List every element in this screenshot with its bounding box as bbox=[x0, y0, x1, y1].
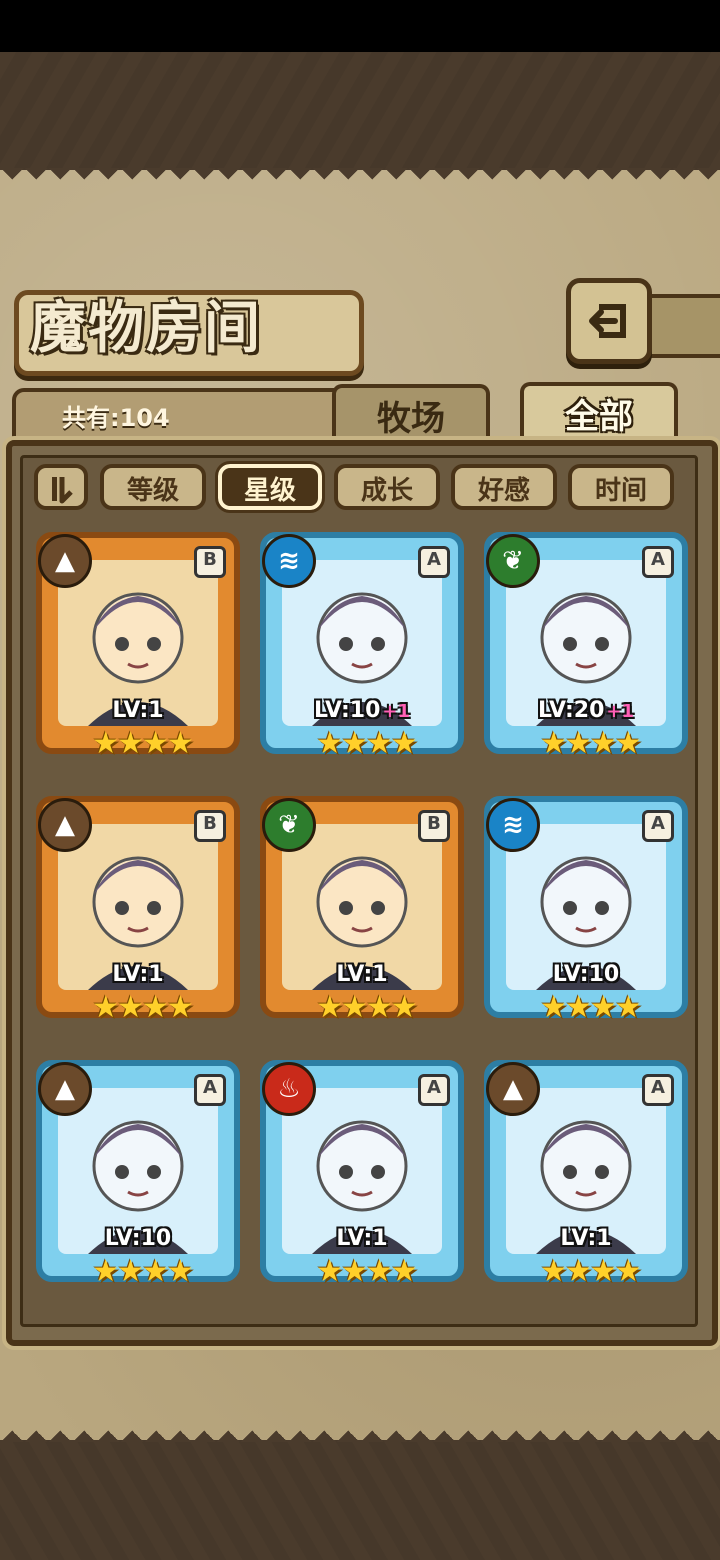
rank-badge: A bbox=[194, 1074, 226, 1106]
rank-badge: B bbox=[418, 810, 450, 842]
filter-star[interactable]: 星级 bbox=[215, 461, 325, 513]
wood-element-icon: ❦ bbox=[486, 534, 540, 588]
earth-element-icon: ▲ bbox=[38, 798, 92, 852]
filter-growth[interactable]: 成长 bbox=[334, 464, 440, 510]
monster-card[interactable]: ♨ A LV:1 ★★★★ bbox=[260, 1060, 464, 1288]
level-label: LV:1 bbox=[266, 962, 458, 987]
level-label: LV:10 bbox=[490, 962, 682, 987]
star-rating: ★★★★ bbox=[540, 726, 642, 761]
monster-count: 共有:104 bbox=[62, 404, 170, 432]
monster-card[interactable]: ❦ B LV:1 ★★★★ bbox=[260, 796, 464, 1024]
level-text: LV:20 bbox=[537, 698, 605, 723]
monster-card[interactable]: ≋ A LV:10 ★★★★ bbox=[484, 796, 688, 1024]
star-rating: ★★★★ bbox=[92, 1254, 194, 1289]
rank-badge: A bbox=[418, 546, 450, 578]
filter-time[interactable]: 时间 bbox=[568, 464, 674, 510]
monster-card[interactable]: ▲ B LV:1 ★★★★ bbox=[36, 796, 240, 1024]
fire-element-icon: ♨ bbox=[262, 1062, 316, 1116]
rank-badge: A bbox=[642, 1074, 674, 1106]
parchment-edge-top bbox=[0, 168, 720, 190]
level-label: LV:1 bbox=[42, 698, 234, 723]
rank-badge: B bbox=[194, 546, 226, 578]
return-arrow-icon bbox=[589, 304, 626, 338]
filter-level[interactable]: 等级 bbox=[100, 464, 206, 510]
water-element-icon: ≋ bbox=[486, 798, 540, 852]
rank-badge: B bbox=[194, 810, 226, 842]
bottom-background bbox=[0, 1440, 720, 1560]
level-label: LV:1 bbox=[42, 962, 234, 987]
level-text: LV:10 bbox=[552, 962, 620, 987]
back-button[interactable] bbox=[566, 278, 652, 364]
star-rating: ★★★★ bbox=[540, 990, 642, 1025]
back-button-rail bbox=[640, 294, 720, 358]
level-label: LV:10 bbox=[42, 1226, 234, 1251]
sort-order-button[interactable] bbox=[34, 464, 88, 510]
monster-card[interactable]: ▲ A LV:10 ★★★★ bbox=[36, 1060, 240, 1288]
sort-toggle-icon bbox=[52, 477, 73, 504]
wood-element-icon: ❦ bbox=[262, 798, 316, 852]
star-rating: ★★★★ bbox=[316, 726, 418, 761]
level-label: LV:1 bbox=[266, 1226, 458, 1251]
rank-badge: A bbox=[642, 810, 674, 842]
level-bonus: +1 bbox=[382, 701, 411, 722]
level-text: LV:1 bbox=[336, 1226, 388, 1251]
status-bar bbox=[0, 0, 720, 52]
level-label: LV:10 +1 bbox=[266, 698, 458, 723]
star-rating: ★★★★ bbox=[316, 990, 418, 1025]
page-title: 魔物房间 bbox=[30, 295, 262, 361]
rank-badge: A bbox=[418, 1074, 450, 1106]
monster-card[interactable]: ▲ A LV:1 ★★★★ bbox=[484, 1060, 688, 1288]
star-rating: ★★★★ bbox=[92, 726, 194, 761]
top-background bbox=[0, 52, 720, 170]
level-text: LV:10 bbox=[313, 698, 381, 723]
parchment-edge-bottom bbox=[0, 1420, 720, 1442]
level-bonus: +1 bbox=[606, 701, 635, 722]
level-label: LV:20 +1 bbox=[490, 698, 682, 723]
earth-element-icon: ▲ bbox=[486, 1062, 540, 1116]
earth-element-icon: ▲ bbox=[38, 534, 92, 588]
level-label: LV:1 bbox=[490, 1226, 682, 1251]
monster-card[interactable]: ▲ B LV:1 ★★★★ bbox=[36, 532, 240, 760]
star-rating: ★★★★ bbox=[92, 990, 194, 1025]
monster-card[interactable]: ❦ A LV:20 +1 ★★★★ bbox=[484, 532, 688, 760]
level-text: LV:10 bbox=[104, 1226, 172, 1251]
level-text: LV:1 bbox=[112, 962, 164, 987]
earth-element-icon: ▲ bbox=[38, 1062, 92, 1116]
rank-badge: A bbox=[642, 546, 674, 578]
level-text: LV:1 bbox=[560, 1226, 612, 1251]
monster-card[interactable]: ≋ A LV:10 +1 ★★★★ bbox=[260, 532, 464, 760]
level-text: LV:1 bbox=[336, 962, 388, 987]
water-element-icon: ≋ bbox=[262, 534, 316, 588]
filter-affection[interactable]: 好感 bbox=[451, 464, 557, 510]
level-text: LV:1 bbox=[112, 698, 164, 723]
star-rating: ★★★★ bbox=[316, 1254, 418, 1289]
star-rating: ★★★★ bbox=[540, 1254, 642, 1289]
